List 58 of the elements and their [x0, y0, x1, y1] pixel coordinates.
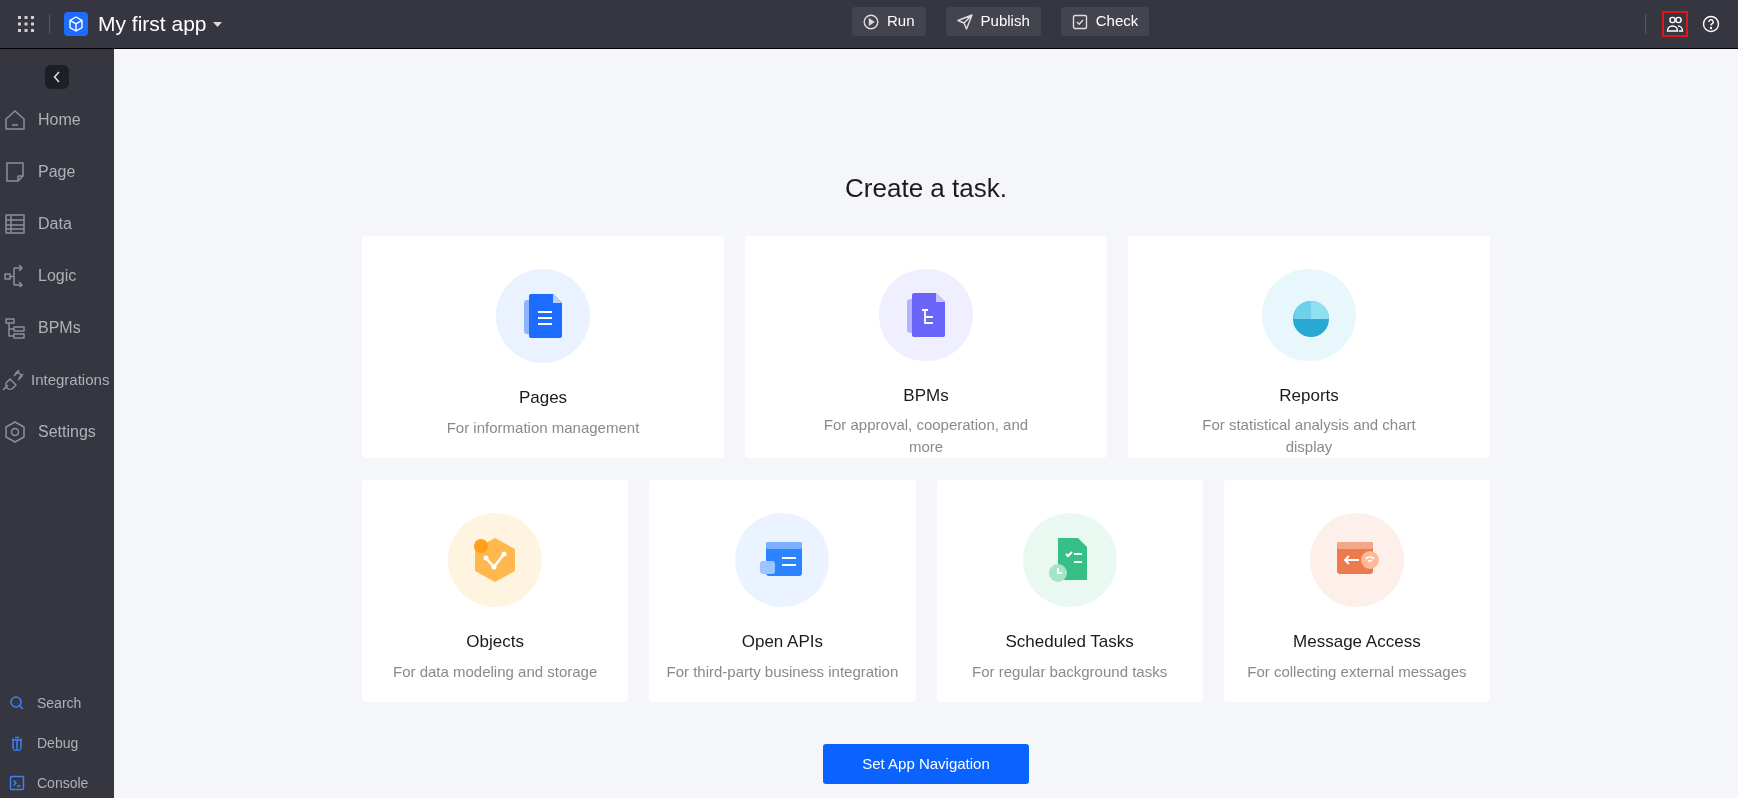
- settings-icon: [4, 421, 26, 443]
- search-icon: [9, 695, 25, 711]
- sidebar-nav-item[interactable]: BPMs: [0, 311, 114, 345]
- sidebar-tool-item[interactable]: Debug: [0, 732, 114, 754]
- users-button[interactable]: [1662, 11, 1688, 37]
- card-title: Reports: [1279, 384, 1339, 407]
- card-title: Scheduled Tasks: [1005, 631, 1134, 653]
- sidebar-nav-item[interactable]: Integrations: [0, 363, 114, 397]
- terminal-icon: [9, 775, 25, 791]
- publish-button[interactable]: Publish: [945, 7, 1041, 36]
- document-icon: [4, 161, 26, 183]
- collapse-button[interactable]: [45, 65, 69, 89]
- card-description: For collecting external messages: [1247, 661, 1467, 682]
- card-description: For regular background tasks: [972, 661, 1168, 682]
- cube-logo-icon: [64, 12, 88, 36]
- bug-icon: [9, 735, 25, 751]
- apps-grid-icon[interactable]: [17, 15, 35, 33]
- task-card[interactable]: Reports For statistical analysis and chart display: [1128, 236, 1490, 458]
- chevron-left-icon: [53, 71, 61, 83]
- caret-icon: [212, 21, 222, 27]
- hierarchy-icon: [4, 317, 26, 339]
- sidebar-nav-item[interactable]: Page: [0, 155, 114, 189]
- card-title: BPMs: [903, 384, 949, 407]
- sidebar-nav-item[interactable]: Data: [0, 207, 114, 241]
- play-circle-icon: [863, 13, 879, 30]
- users-icon: [1666, 15, 1684, 33]
- branch-icon: [4, 265, 26, 287]
- task-card[interactable]: Objects For data modeling and storage: [362, 480, 629, 702]
- plug-icon: [2, 369, 24, 391]
- card-description: For information management: [446, 417, 640, 438]
- card-title: Message Access: [1293, 631, 1421, 653]
- sidebar-nav-item[interactable]: Settings: [0, 415, 114, 449]
- app-name-dropdown[interactable]: My first app: [98, 8, 222, 40]
- page-title: Create a task.: [845, 172, 1007, 205]
- task-card[interactable]: Pages For information management: [362, 236, 724, 458]
- card-description: For third-party business integration: [666, 661, 899, 682]
- sidebar-tool-item[interactable]: Console: [0, 772, 114, 794]
- check-button[interactable]: Check: [1060, 7, 1150, 36]
- task-card[interactable]: BPMs For approval, cooperation, and more: [745, 236, 1107, 458]
- sidebar-tool-item[interactable]: Search: [0, 692, 114, 714]
- task-card[interactable]: Message Access For collecting external messages: [1223, 480, 1490, 702]
- card-title: Open APIs: [741, 631, 823, 653]
- table-icon: [4, 213, 26, 235]
- help-icon[interactable]: [1702, 15, 1720, 33]
- sidebar-nav-item[interactable]: Logic: [0, 259, 114, 293]
- run-button[interactable]: Run: [852, 7, 926, 36]
- card-description: For approval, cooperation, and more: [822, 415, 1030, 457]
- card-title: Objects: [466, 631, 524, 653]
- sidebar-nav-item[interactable]: Home: [0, 103, 114, 137]
- house-icon: [4, 109, 26, 131]
- checkbox-icon: [1071, 13, 1088, 30]
- set-app-navigation-button[interactable]: Set App Navigation: [823, 744, 1029, 784]
- card-description: For data modeling and storage: [392, 661, 598, 682]
- task-card[interactable]: Scheduled Tasks For regular background tasks: [936, 480, 1203, 702]
- card-description: For statistical analysis and chart display: [1201, 415, 1417, 457]
- task-card[interactable]: Open APIs For third-party business integration: [649, 480, 916, 702]
- card-title: Pages: [518, 387, 568, 409]
- paper-plane-icon: [956, 13, 973, 30]
